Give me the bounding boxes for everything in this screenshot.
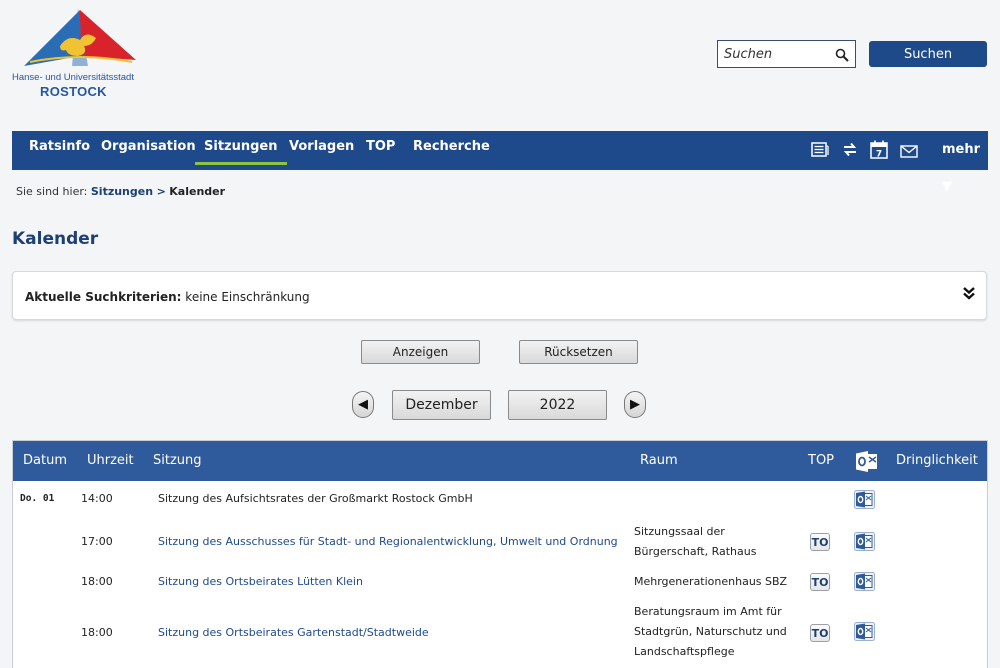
breadcrumb: Sie sind hier: Sitzungen > Kalender <box>16 185 225 198</box>
table-header: Datum Uhrzeit Sitzung Raum TOP Dringlich… <box>13 441 987 481</box>
column-header-uhrzeit[interactable]: Uhrzeit <box>87 441 134 481</box>
row-4-top-button[interactable]: TO <box>810 624 830 642</box>
search-input[interactable] <box>718 41 826 67</box>
month-select[interactable]: Dezember <box>392 390 491 420</box>
search-button[interactable]: Suchen <box>869 41 987 67</box>
row-4-sitzung-link[interactable]: Sitzung des Ortsbeirates Gartenstadt/Sta… <box>158 626 429 639</box>
search-criteria-text: Aktuelle Suchkriterien: keine Einschränk… <box>25 290 310 304</box>
nav-item-sitzungen[interactable]: Sitzungen <box>195 131 286 170</box>
row-1-uhrzeit: 14:00 <box>81 492 113 505</box>
previous-month-icon[interactable]: ◀ <box>352 391 374 418</box>
column-header-top[interactable]: TOP <box>808 441 834 481</box>
row-1-sitzung: Sitzung des Aufsichtsrates der Großmarkt… <box>158 492 473 505</box>
sessions-table: Datum Uhrzeit Sitzung Raum TOP Dringlich… <box>12 440 988 668</box>
next-month-icon[interactable]: ▶ <box>624 391 646 418</box>
search-icon[interactable] <box>835 47 849 66</box>
criteria-value: keine Einschränkung <box>185 290 310 304</box>
newspaper-icon[interactable] <box>811 141 829 162</box>
row-3-sitzung-link[interactable]: Sitzung des Ortsbeirates Lütten Klein <box>158 575 363 588</box>
more-menu[interactable]: mehr ▼ <box>942 131 988 205</box>
outlook-export-icon[interactable] <box>854 572 875 595</box>
double-chevron-down-icon[interactable] <box>962 286 976 301</box>
column-header-raum[interactable]: Raum <box>640 441 678 481</box>
outlook-export-icon[interactable] <box>854 622 875 645</box>
reset-button[interactable]: Rücksetzen <box>519 340 638 364</box>
outlook-export-icon[interactable] <box>854 532 875 555</box>
outlook-header-icon <box>856 451 878 476</box>
main-nav: Ratsinfo Organisation Sitzungen Vorlagen… <box>12 131 988 194</box>
nav-item-vorlagen[interactable]: Vorlagen <box>289 131 354 170</box>
search-box <box>717 40 856 68</box>
show-button[interactable]: Anzeigen <box>361 340 480 364</box>
mail-icon[interactable] <box>900 143 918 162</box>
nav-item-top[interactable]: TOP <box>366 131 395 170</box>
row-4-raum: Beratungsraum im Amt für Stadtgrün, Natu… <box>634 605 787 658</box>
breadcrumb-link-sitzungen[interactable]: Sitzungen <box>91 185 153 198</box>
row-3-raum: Mehrgenerationenhaus SBZ <box>634 575 788 588</box>
sync-icon[interactable] <box>842 141 858 162</box>
row-2-uhrzeit: 17:00 <box>81 535 113 548</box>
search-criteria-panel[interactable]: Aktuelle Suchkriterien: keine Einschränk… <box>12 271 987 320</box>
row-2-sitzung-link[interactable]: Sitzung des Ausschusses für Stadt- und R… <box>158 535 618 548</box>
column-header-datum[interactable]: Datum <box>23 441 67 481</box>
criteria-label: Aktuelle Suchkriterien: <box>25 290 182 304</box>
row-1-datum: Do. 01 <box>20 493 55 504</box>
nav-item-ratsinfo[interactable]: Ratsinfo <box>29 131 90 170</box>
row-4-uhrzeit: 18:00 <box>81 626 113 639</box>
row-2-raum: Sitzungssaal der Bürgerschaft, Rathaus <box>634 525 757 558</box>
nav-item-organisation[interactable]: Organisation <box>101 131 196 170</box>
outlook-export-icon[interactable] <box>854 490 875 513</box>
nav-item-recherche[interactable]: Recherche <box>413 131 490 170</box>
breadcrumb-separator: > <box>156 185 166 198</box>
logo-sails-icon <box>24 8 136 66</box>
year-select[interactable]: 2022 <box>508 390 607 420</box>
page-title: Kalender <box>12 229 99 249</box>
row-2-top-button[interactable]: TO <box>810 533 830 551</box>
breadcrumb-current: Kalender <box>169 185 226 198</box>
row-3-top-button[interactable]: TO <box>810 573 830 591</box>
calendar-icon-day: 7 <box>876 150 882 160</box>
calendar-icon[interactable]: 7 <box>870 140 888 163</box>
row-3-uhrzeit: 18:00 <box>81 575 113 588</box>
logo-text-line1: Hanse- und Universitätsstadt <box>12 72 134 83</box>
column-header-sitzung[interactable]: Sitzung <box>153 441 202 481</box>
column-header-dringlichkeit[interactable]: Dringlichkeit <box>896 441 978 481</box>
logo-text-rostock: ROSTOCK <box>40 84 107 99</box>
city-logo[interactable]: Hanse- und Universitätsstadt ROSTOCK <box>10 8 145 100</box>
breadcrumb-prefix: Sie sind hier: <box>16 185 88 198</box>
